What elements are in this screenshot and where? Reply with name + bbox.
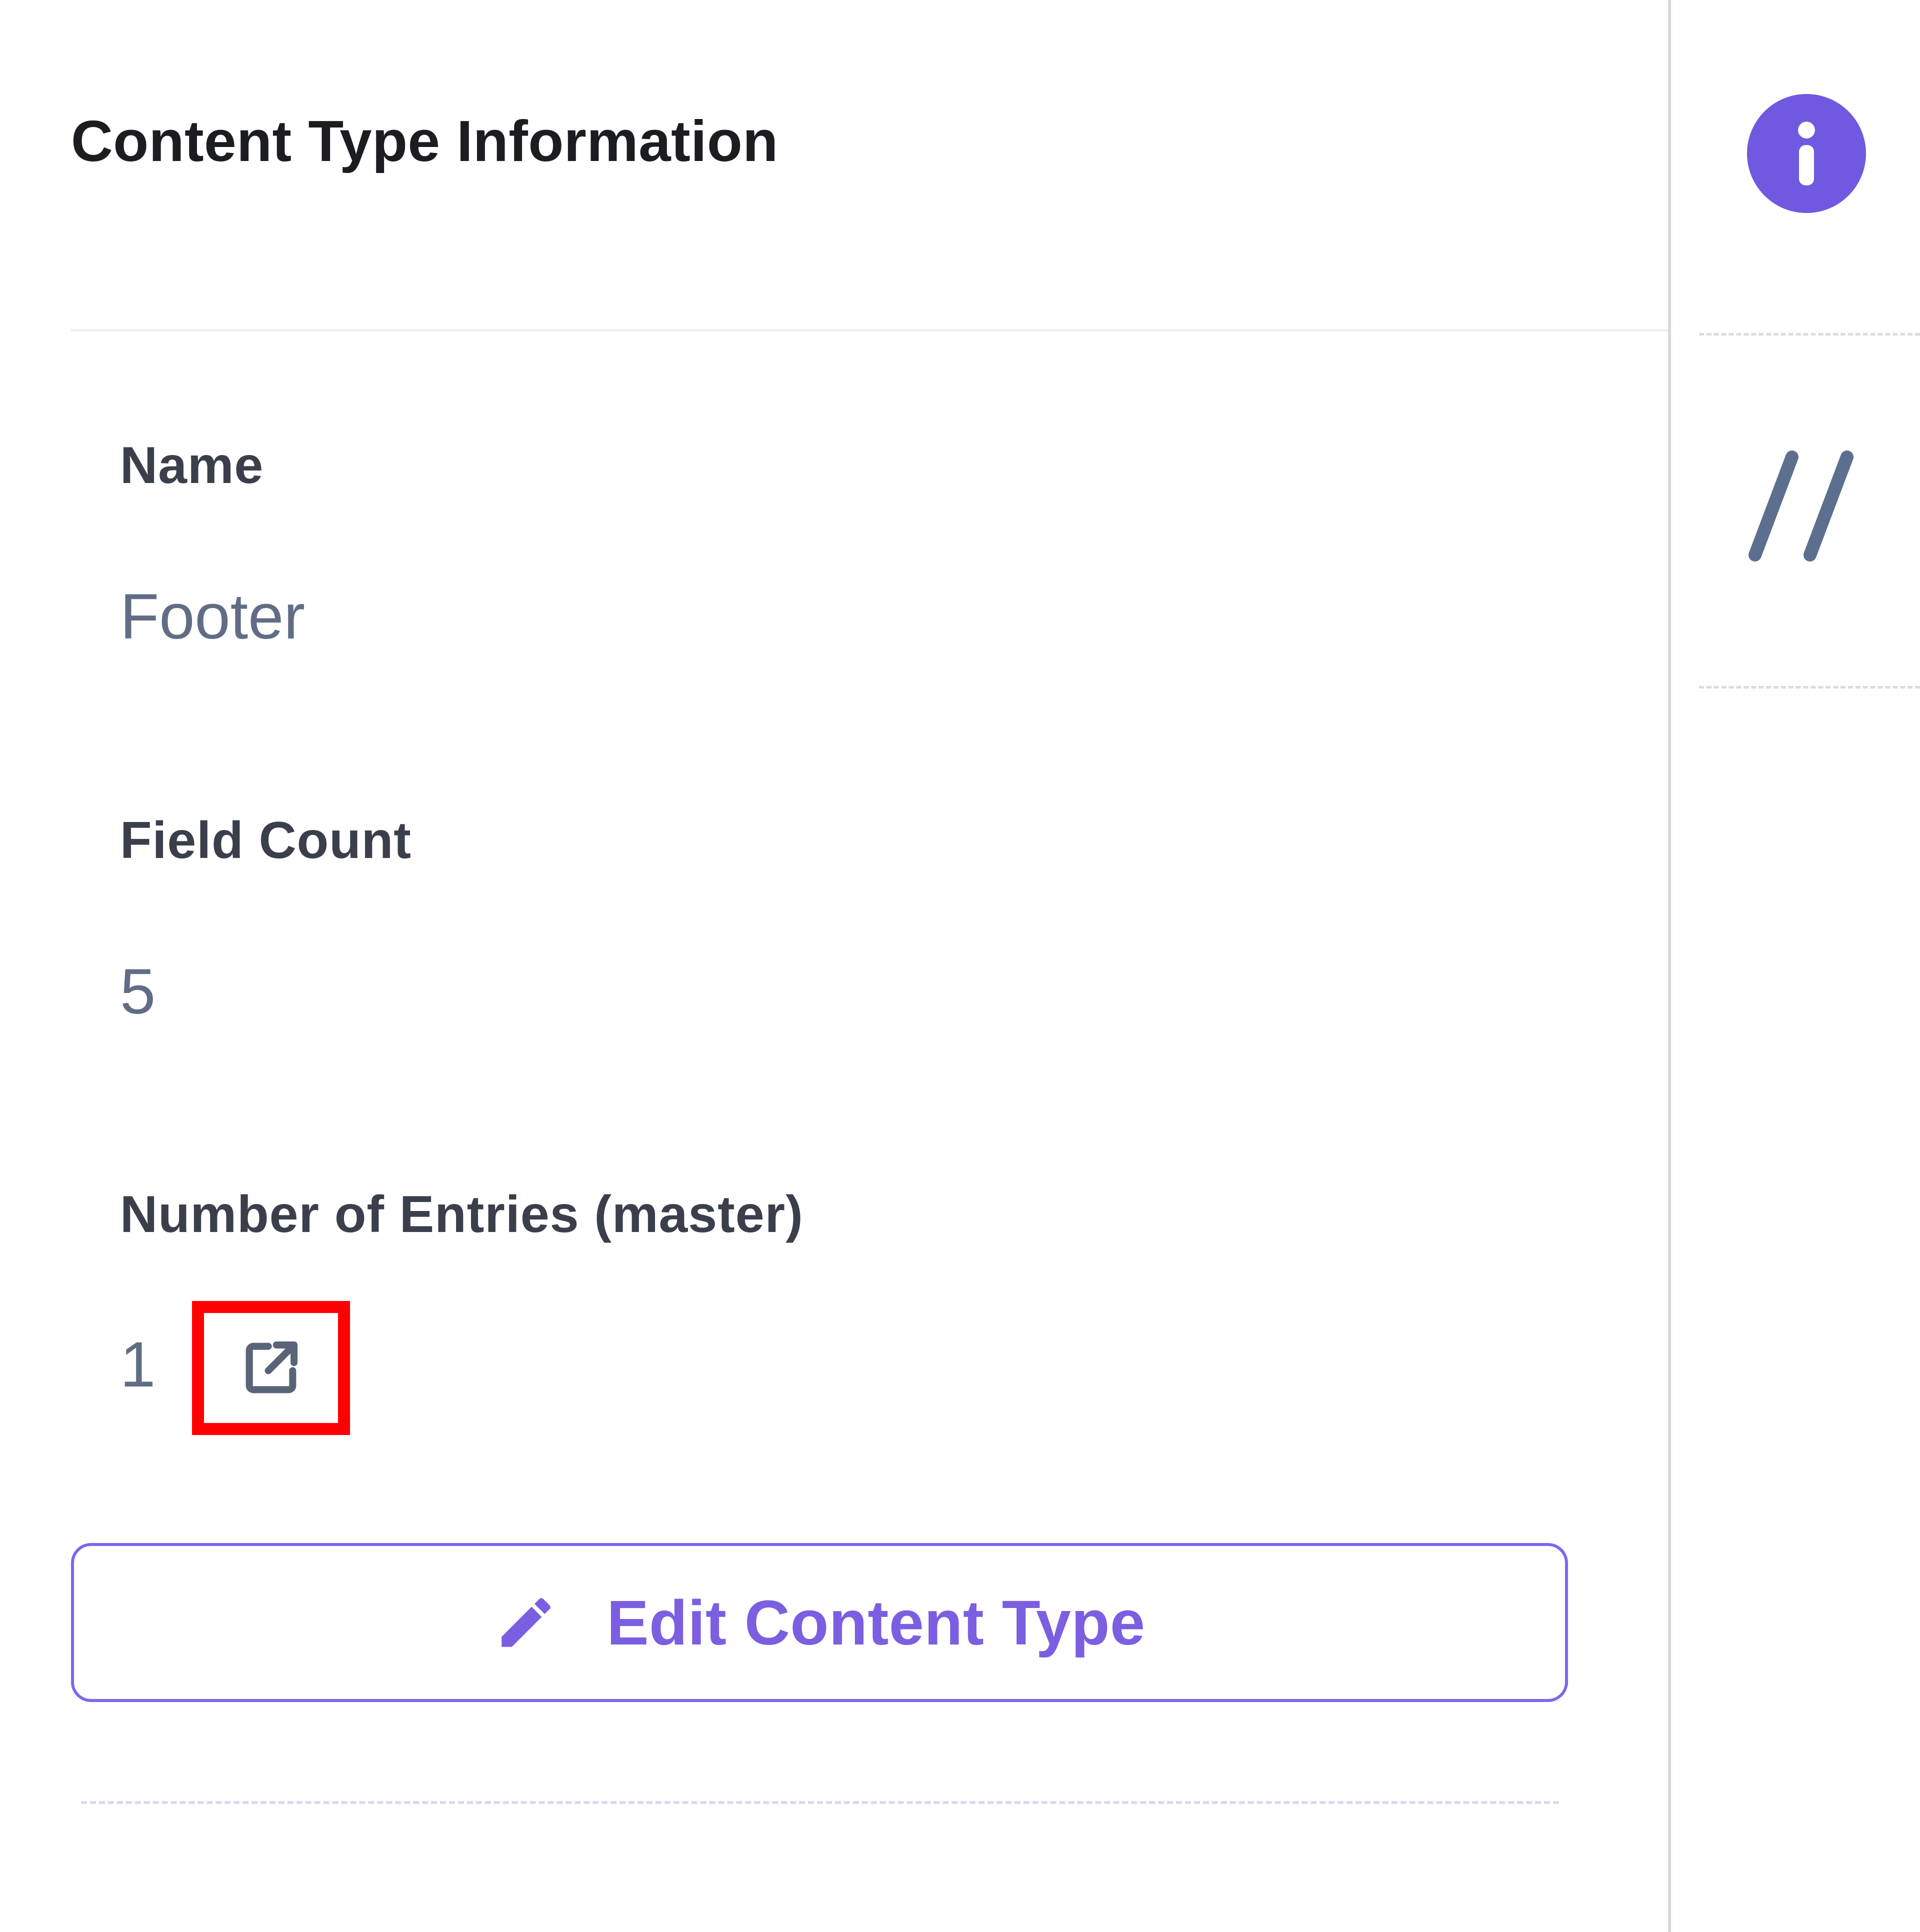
name-label: Name bbox=[120, 436, 264, 494]
content-type-info-panel: Content Type Information Name Footer Fie… bbox=[0, 0, 1668, 1932]
edit-content-type-button[interactable]: Edit Content Type bbox=[71, 1543, 1568, 1702]
entries-count-value: 1 bbox=[120, 1329, 156, 1400]
entries-count-label: Number of Entries (master) bbox=[120, 1186, 804, 1244]
content-type-sidebar: Content Type Information Name Footer Fie… bbox=[0, 0, 1920, 1932]
slash-button[interactable] bbox=[1745, 446, 1868, 568]
right-rail bbox=[1671, 0, 1920, 1932]
edit-content-type-label: Edit Content Type bbox=[606, 1587, 1146, 1658]
open-entries-link[interactable] bbox=[192, 1301, 350, 1435]
bottom-divider bbox=[81, 1801, 1559, 1804]
info-icon bbox=[1776, 116, 1836, 191]
pencil-icon bbox=[494, 1590, 558, 1655]
header-divider bbox=[71, 329, 1668, 332]
rail-divider bbox=[1699, 686, 1920, 688]
field-count-label: Field Count bbox=[120, 812, 412, 870]
rail-divider bbox=[1699, 333, 1920, 336]
slash-slash-icon bbox=[1745, 446, 1868, 568]
field-count-value: 5 bbox=[120, 956, 156, 1028]
info-button[interactable] bbox=[1747, 94, 1866, 213]
panel-title: Content Type Information bbox=[71, 108, 778, 174]
external-link-icon bbox=[238, 1336, 304, 1400]
name-value: Footer bbox=[120, 581, 305, 652]
